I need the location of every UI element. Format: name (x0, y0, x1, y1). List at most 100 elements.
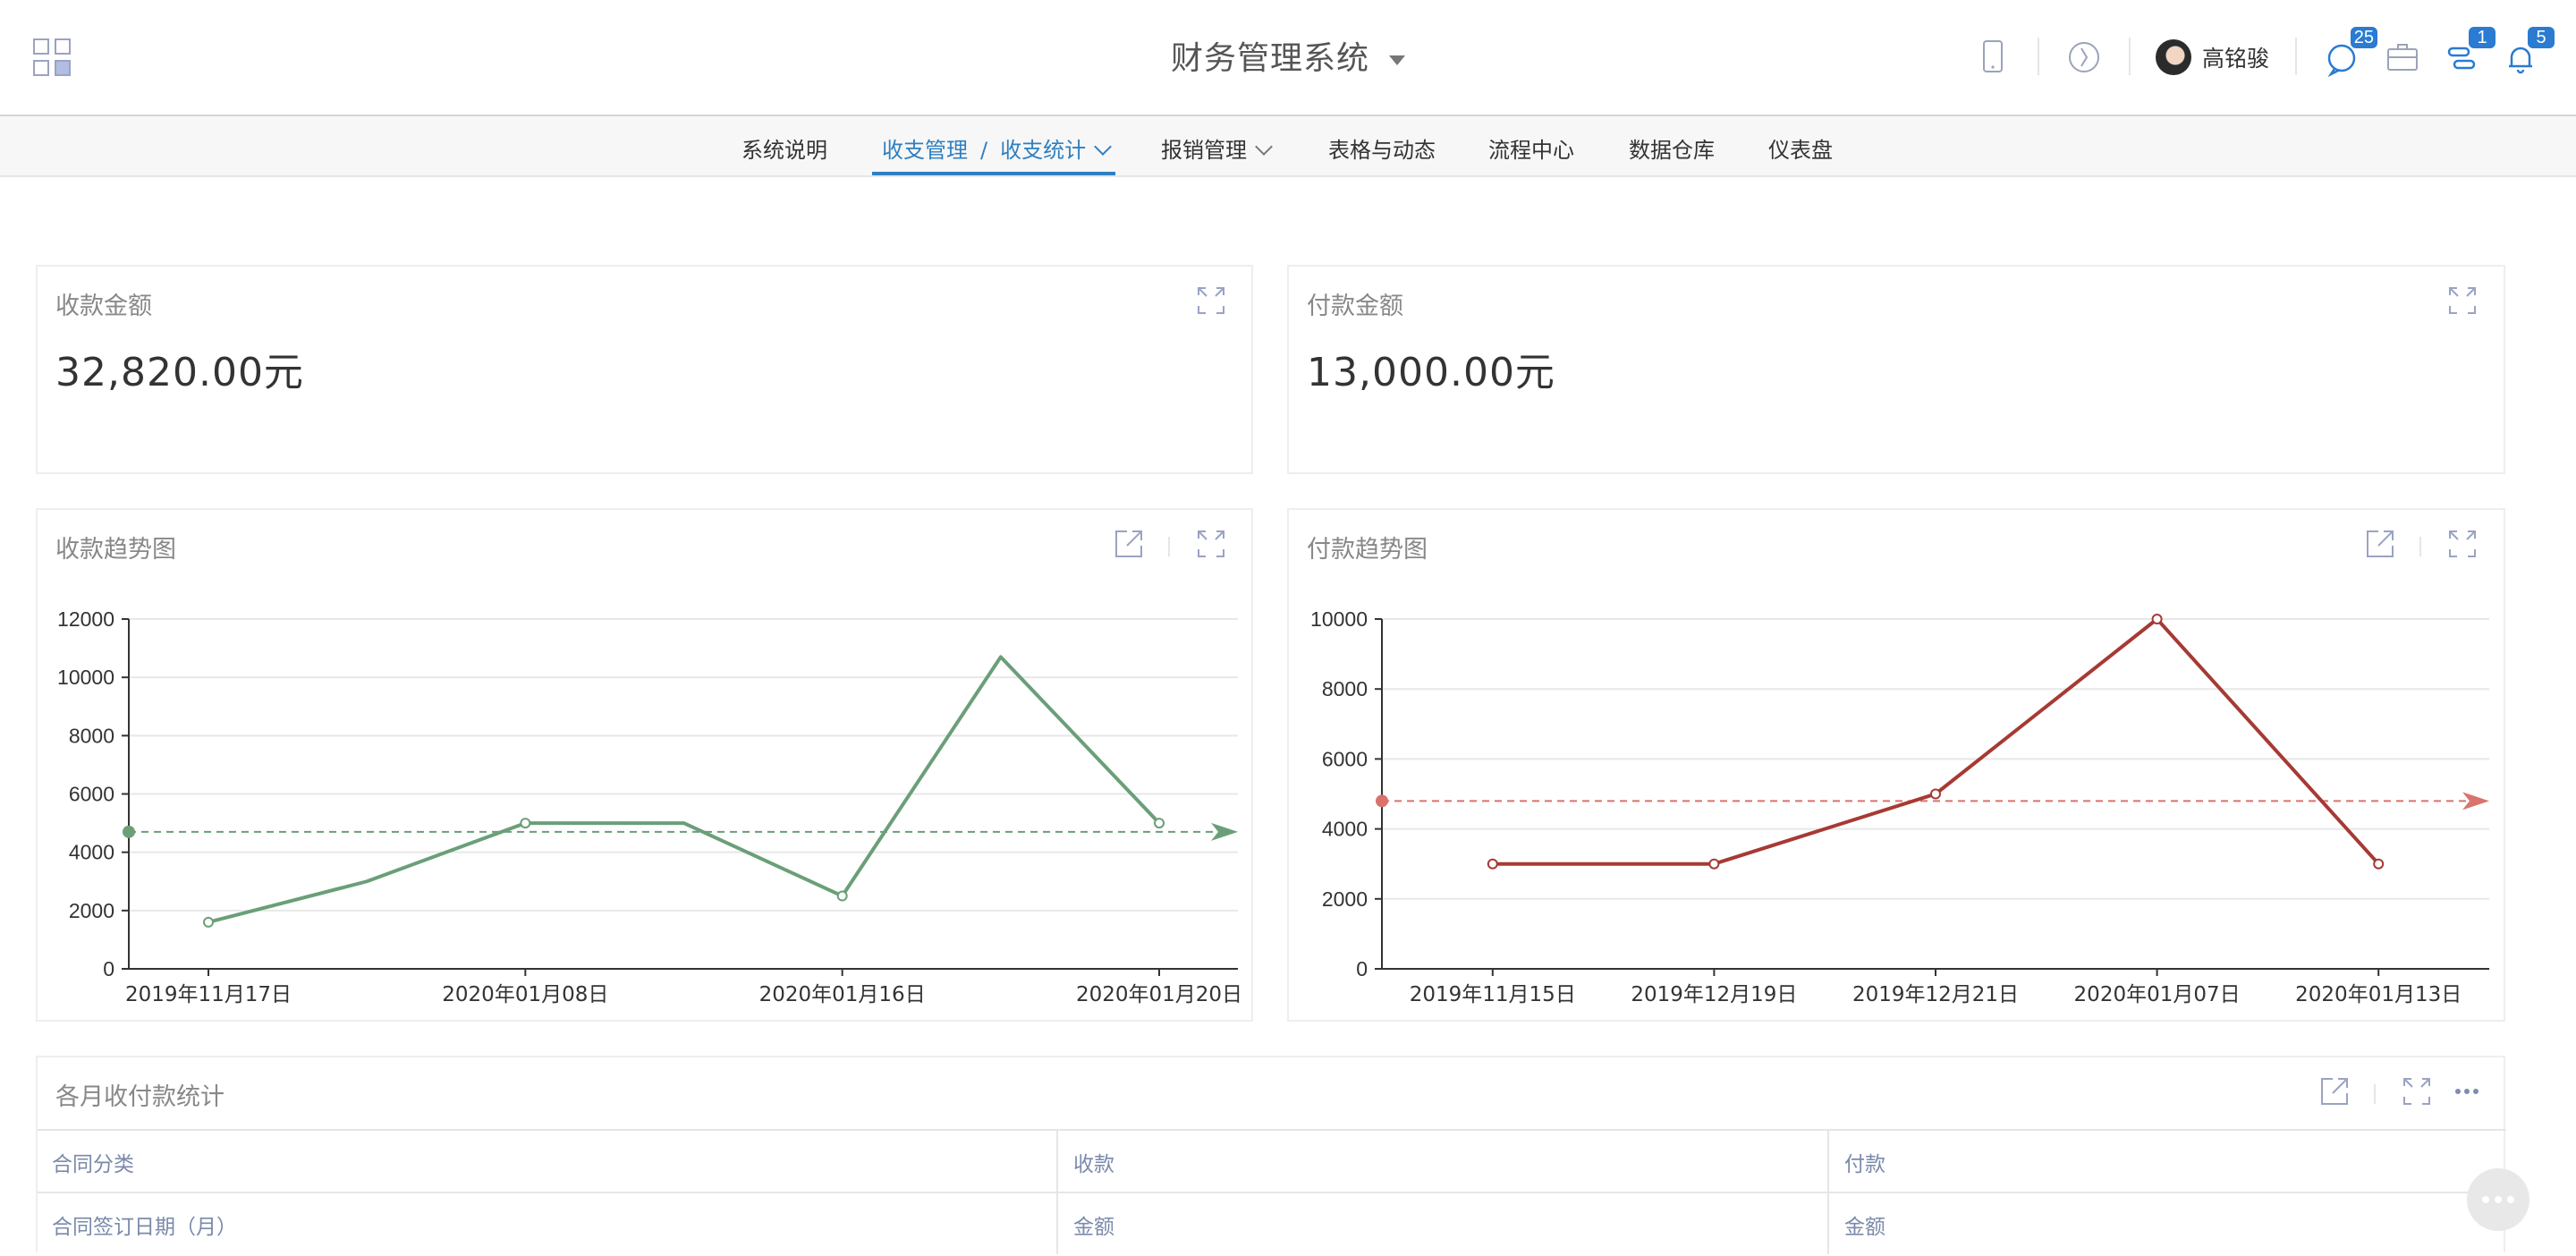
card-title: 付款金额 (1307, 293, 1403, 320)
messages-badge: 25 (2350, 27, 2377, 48)
nav-item-dashboard[interactable]: 仪表盘 (1768, 132, 1833, 164)
table-header-cell[interactable]: 合同分类 (52, 1147, 134, 1177)
compass-icon[interactable] (2063, 36, 2106, 79)
y-tick-label: 6000 (1322, 747, 1368, 770)
y-tick-label: 8000 (69, 724, 114, 747)
column-divider (1827, 1129, 1829, 1254)
app-title: 财务管理系统 (1170, 40, 1369, 77)
dot-icon (2495, 1196, 2502, 1203)
kpi-card-payment: 付款金额 13,000.00元 (1287, 265, 2505, 474)
external-link-icon[interactable] (2364, 528, 2396, 560)
nav-item-tables-dynamics[interactable]: 表格与动态 (1328, 132, 1436, 164)
more-icon[interactable] (2451, 1075, 2483, 1107)
top-bar: 财务管理系统 高铭骏 25 1 5 (0, 0, 2576, 116)
tasks-badge: 1 (2469, 27, 2496, 48)
chart-card-payment-trend: 0 2000 4000 6000 8000 10000 2019年11月15日 2019年12… (1287, 508, 2505, 1022)
main-nav: 系统说明 收支管理 / 收支统计 报销管理 表格与动态 流程中心 数据仓库 仪表盘 (0, 116, 2576, 177)
kpi-card-receipt: 收款金额 32,820.00元 (36, 265, 1253, 474)
mobile-icon[interactable] (1971, 36, 2014, 79)
notifications-button[interactable]: 5 (2499, 27, 2555, 79)
nav-item-label: 报销管理 (1161, 138, 1247, 163)
external-link-icon[interactable] (2318, 1075, 2351, 1107)
receipt-trend-chart: 0 2000 4000 6000 8000 10000 12000 2019年11月17日 20… (57, 607, 1242, 1006)
x-tick-label: 2020年01月08日 (442, 983, 608, 1006)
messages-button[interactable]: 25 (2322, 27, 2377, 79)
fullscreen-icon[interactable] (2446, 284, 2479, 317)
average-line-start-marker (123, 825, 135, 838)
external-link-icon[interactable] (1113, 528, 1145, 560)
chart-card-receipt-trend: 0 2000 4000 6000 8000 10000 12000 2019年11月17日 20… (36, 508, 1253, 1022)
y-tick-label: 2000 (69, 899, 114, 922)
table-header-row: 合同签订日期（月） 金额 金额 (38, 1192, 2506, 1256)
floating-more-button[interactable] (2467, 1168, 2529, 1231)
briefcase-icon[interactable] (2381, 36, 2424, 79)
x-tick-label: 2019年11月15日 (1410, 983, 1576, 1006)
caret-down-icon (1389, 55, 1405, 65)
table-header-cell[interactable]: 金额 (1073, 1209, 1114, 1240)
table-header-cell[interactable]: 收款 (1073, 1147, 1114, 1177)
x-tick-label: 2019年12月19日 (1631, 983, 1797, 1006)
payment-trend-chart: 0 2000 4000 6000 8000 10000 2019年11月15日 2019年12… (1310, 607, 2489, 1006)
average-line-arrow (2462, 792, 2489, 810)
breadcrumb-separator: / (980, 138, 988, 163)
kpi-value: 32,820.00元 (55, 350, 304, 395)
dot-icon (2482, 1196, 2489, 1203)
toolbar-divider (2038, 38, 2039, 75)
table-header-cell[interactable]: 付款 (1844, 1147, 1885, 1177)
data-point (1930, 788, 1941, 800)
x-tick-label: 2019年12月21日 (1852, 983, 2019, 1006)
x-tick-label: 2020年01月07日 (2074, 983, 2241, 1006)
nav-item-data-warehouse[interactable]: 数据仓库 (1629, 132, 1715, 164)
toolbar-divider (2129, 38, 2131, 75)
dot-icon (2507, 1196, 2514, 1203)
y-tick-label: 6000 (69, 783, 114, 806)
y-tick-label: 8000 (1322, 677, 1368, 700)
tasks-button[interactable]: 1 (2440, 27, 2496, 79)
fullscreen-icon[interactable] (2401, 1075, 2433, 1107)
x-tick-label: 2020年01月16日 (759, 983, 926, 1006)
table-card-monthly-stats: 各月收付款统计 合同分类 收款 付款 合同签订日期（月） 金额 金额 (36, 1056, 2506, 1254)
y-tick-label: 0 (103, 957, 114, 980)
fullscreen-icon[interactable] (2446, 528, 2479, 560)
icon-divider (2374, 1084, 2376, 1104)
y-tick-label: 12000 (57, 607, 114, 631)
x-tick-label: 2020年01月13日 (2295, 983, 2462, 1006)
nav-item-label: 收支管理 (882, 138, 968, 163)
data-point (520, 818, 531, 829)
x-tick-label: 2019年11月17日 (125, 983, 292, 1006)
y-tick-label: 2000 (1322, 887, 1368, 911)
fullscreen-icon[interactable] (1195, 284, 1227, 317)
nav-item-reimbursement[interactable]: 报销管理 (1161, 132, 1273, 164)
chevron-down-icon (1094, 138, 1112, 156)
data-point (1487, 858, 1498, 870)
avatar (2156, 39, 2191, 75)
table-header-cell[interactable]: 合同签订日期（月） (52, 1209, 237, 1240)
nav-item-system-notes[interactable]: 系统说明 (741, 132, 827, 164)
y-tick-label: 10000 (1310, 607, 1368, 631)
icon-divider (1168, 537, 1170, 556)
chevron-down-icon (1255, 138, 1273, 156)
table-header-cell[interactable]: 金额 (1844, 1209, 1885, 1240)
nav-item-sub-label: 收支统计 (1000, 138, 1087, 163)
card-title: 付款趋势图 (1307, 536, 1428, 564)
table-header-row: 合同分类 收款 付款 (38, 1129, 2506, 1193)
user-menu[interactable]: 高铭骏 (2156, 36, 2269, 79)
y-tick-label: 4000 (69, 841, 114, 864)
data-point (1154, 818, 1165, 829)
card-title: 收款趋势图 (55, 536, 176, 564)
icon-divider (2419, 537, 2421, 556)
series-line (1492, 617, 2380, 866)
data-point (836, 890, 848, 902)
card-title: 收款金额 (55, 293, 152, 320)
nav-item-income-expense[interactable]: 收支管理 / 收支统计 (882, 132, 1112, 164)
data-point (1708, 858, 1720, 870)
active-tab-indicator (872, 172, 1115, 175)
kpi-value: 13,000.00元 (1307, 350, 1555, 395)
average-line-start-marker (1376, 794, 1388, 808)
user-name: 高铭骏 (2202, 46, 2270, 72)
toolbar-divider (2295, 38, 2297, 75)
x-tick-label: 2020年01月20日 (1076, 983, 1242, 1006)
series-line (208, 655, 1161, 924)
fullscreen-icon[interactable] (1195, 528, 1227, 560)
nav-item-process-center[interactable]: 流程中心 (1488, 132, 1574, 164)
